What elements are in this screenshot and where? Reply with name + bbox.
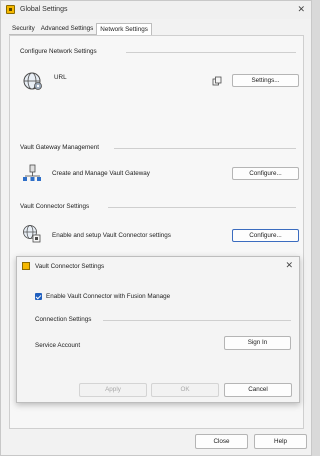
gateway-row-label: Create and Manage Vault Gateway [52,170,150,177]
section-divider [103,320,291,321]
copy-icon[interactable] [212,76,222,86]
gateway-configure-button[interactable]: Configure... [232,167,299,180]
enable-connector-label: Enable Vault Connector with Fusion Manag… [46,293,171,300]
dialog-title-bar: Vault Connector Settings ✕ [17,257,299,275]
vault-connector-settings-dialog: Vault Connector Settings ✕ Enable Vault … [16,256,300,403]
window-title: Global Settings [20,6,68,13]
section-divider [108,207,296,208]
dialog-title: Vault Connector Settings [35,263,105,270]
vault-app-icon [6,5,15,14]
network-settings-button[interactable]: Settings... [232,74,299,87]
connector-configure-button[interactable]: Configure... [232,229,299,242]
service-account-label: Service Account [35,342,81,349]
tab-security[interactable]: Security [9,23,38,35]
globe-settings-icon [23,72,42,90]
connector-globe-icon [23,225,41,243]
close-button[interactable]: Close [195,434,248,449]
title-bar: Global Settings ✕ [1,1,311,19]
gateway-network-icon [23,164,41,181]
url-label: URL [54,74,67,81]
enable-connector-checkbox[interactable] [35,293,42,300]
tab-advanced-settings[interactable]: Advanced Settings [37,23,97,35]
section-divider [126,52,296,53]
sign-in-button[interactable]: Sign In [224,336,291,350]
connection-section-title: Connection Settings [35,316,92,323]
ok-button[interactable]: OK [151,383,219,397]
dialog-close-icon[interactable]: ✕ [285,260,293,271]
connector-section-title: Vault Connector Settings [20,203,90,210]
vault-app-icon [22,262,30,270]
connector-row-label: Enable and setup Vault Connector setting… [52,232,171,239]
cancel-button[interactable]: Cancel [224,383,292,397]
close-icon[interactable]: ✕ [297,4,305,15]
apply-button[interactable]: Apply [79,383,147,397]
help-button[interactable]: Help [254,434,307,449]
gateway-section-title: Vault Gateway Management [20,144,99,151]
section-divider [114,148,296,149]
network-section-title: Configure Network Settings [20,48,97,55]
